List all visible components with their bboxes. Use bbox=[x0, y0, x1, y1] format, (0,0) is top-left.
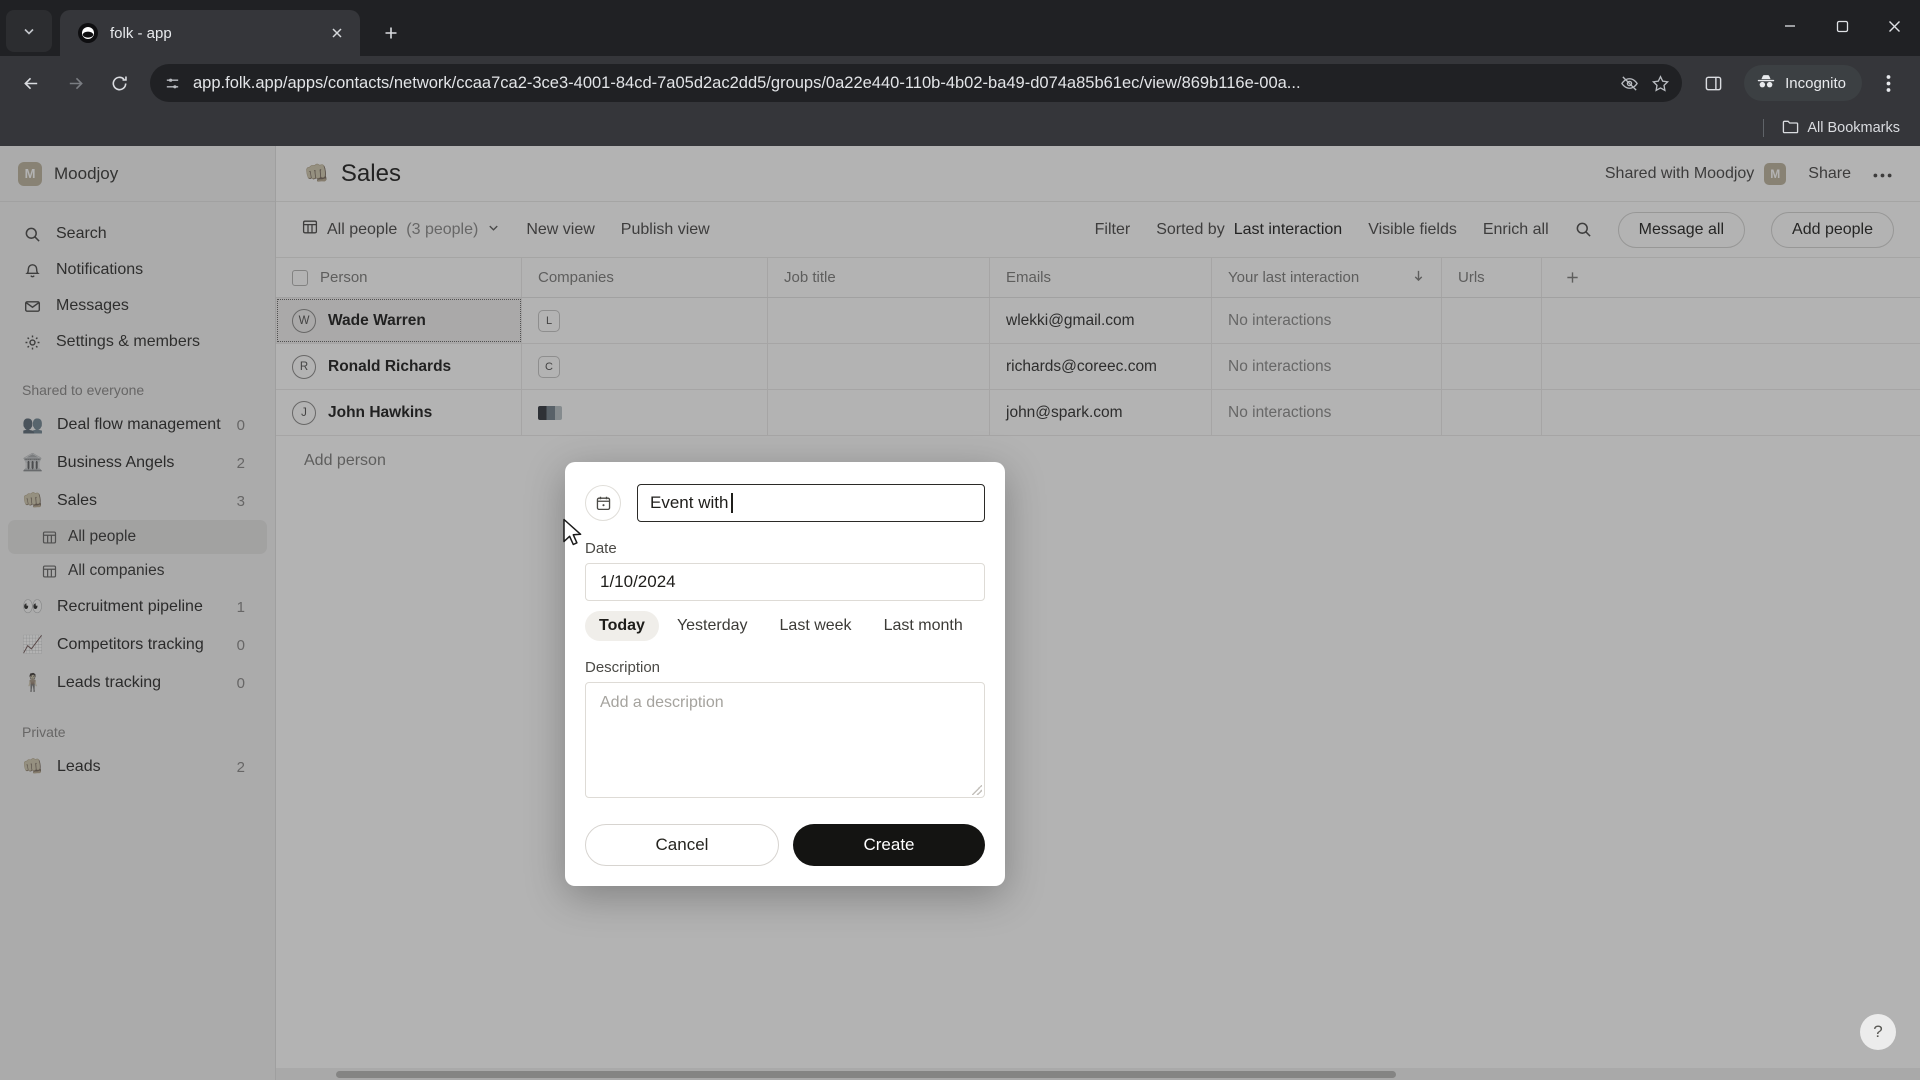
browser-window: folk - app app.folk.app/apps/contacts/ne… bbox=[0, 0, 1920, 1080]
date-label: Date bbox=[585, 540, 617, 557]
new-tab-button[interactable] bbox=[374, 16, 408, 50]
tab-title: folk - app bbox=[110, 24, 172, 42]
cancel-button[interactable]: Cancel bbox=[585, 824, 779, 866]
minimize-icon[interactable] bbox=[1764, 0, 1816, 52]
page-viewport: M Moodjoy Search Notifications Messages … bbox=[0, 146, 1920, 1080]
browser-toolbar: app.folk.app/apps/contacts/network/ccaa7… bbox=[0, 56, 1920, 110]
forward-arrow-icon[interactable] bbox=[56, 64, 94, 102]
maximize-icon[interactable] bbox=[1816, 0, 1868, 52]
site-settings-icon[interactable] bbox=[164, 75, 181, 92]
chip-last-week[interactable]: Last week bbox=[766, 611, 866, 641]
incognito-label: Incognito bbox=[1785, 74, 1846, 92]
tab-search-button[interactable] bbox=[6, 10, 52, 52]
bookmarks-divider bbox=[1763, 119, 1765, 137]
address-bar[interactable]: app.folk.app/apps/contacts/network/ccaa7… bbox=[150, 64, 1683, 102]
window-close-icon[interactable] bbox=[1868, 0, 1920, 52]
description-placeholder: Add a description bbox=[600, 694, 724, 711]
star-icon[interactable] bbox=[1651, 74, 1670, 93]
url-text: app.folk.app/apps/contacts/network/ccaa7… bbox=[193, 73, 1301, 92]
bookmarks-bar: All Bookmarks bbox=[0, 110, 1920, 146]
event-title-input[interactable]: Event with bbox=[637, 484, 985, 522]
close-icon[interactable] bbox=[324, 20, 350, 46]
reload-icon[interactable] bbox=[100, 64, 138, 102]
resize-handle-icon[interactable] bbox=[972, 785, 982, 795]
incognito-icon bbox=[1756, 73, 1776, 93]
tab-strip: folk - app bbox=[0, 0, 1920, 56]
description-textarea[interactable]: Add a description bbox=[585, 682, 985, 798]
event-title-value: Event with bbox=[650, 493, 729, 512]
side-panel-icon[interactable] bbox=[1694, 64, 1732, 102]
quick-date-chips: Today Yesterday Last week Last month bbox=[585, 611, 985, 641]
all-bookmarks-label: All Bookmarks bbox=[1807, 120, 1900, 136]
description-label: Description bbox=[585, 659, 661, 676]
calendar-icon bbox=[585, 485, 621, 521]
chip-last-month[interactable]: Last month bbox=[870, 611, 977, 641]
create-button[interactable]: Create bbox=[793, 824, 985, 866]
text-caret bbox=[731, 493, 733, 513]
incognito-indicator[interactable]: Incognito bbox=[1744, 65, 1862, 101]
dialog-title-row: Event with bbox=[585, 484, 985, 522]
eye-crossed-icon[interactable] bbox=[1620, 74, 1639, 93]
mouse-cursor-icon bbox=[562, 518, 584, 553]
back-arrow-icon[interactable] bbox=[12, 64, 50, 102]
all-bookmarks-button[interactable]: All Bookmarks bbox=[1782, 119, 1900, 138]
question-mark-icon: ? bbox=[1873, 1022, 1883, 1041]
three-dot-menu-icon[interactable] bbox=[1868, 63, 1908, 103]
window-controls bbox=[1764, 0, 1920, 52]
date-input[interactable]: 1/10/2024 bbox=[585, 563, 985, 601]
create-event-dialog: Event with Date 1/10/2024 Today Yesterda… bbox=[565, 462, 1005, 886]
folder-icon bbox=[1782, 119, 1799, 138]
browser-tab[interactable]: folk - app bbox=[60, 10, 360, 56]
dialog-actions: Cancel Create bbox=[585, 824, 985, 866]
folk-logo-icon bbox=[78, 23, 98, 43]
help-button[interactable]: ? bbox=[1860, 1014, 1896, 1050]
chip-today[interactable]: Today bbox=[585, 611, 659, 641]
chip-yesterday[interactable]: Yesterday bbox=[663, 611, 762, 641]
